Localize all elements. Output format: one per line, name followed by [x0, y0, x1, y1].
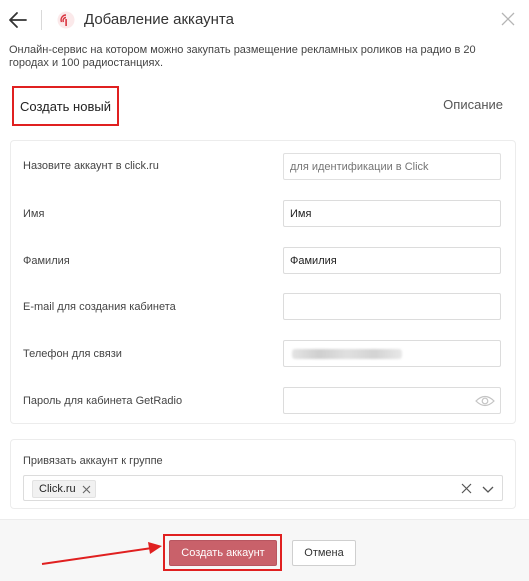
last-name-input[interactable]: Фамилия: [283, 247, 501, 274]
group-select[interactable]: Click.ru: [23, 475, 503, 501]
phone-value-redacted: [292, 349, 402, 359]
service-description: Онлайн-сервис на котором можно закупать …: [9, 44, 476, 69]
first-name-label: Имя: [23, 208, 45, 220]
back-arrow-icon[interactable]: [8, 10, 28, 30]
chip-remove-icon[interactable]: [82, 485, 91, 494]
eye-icon[interactable]: [475, 394, 495, 408]
password-label: Пароль для кабинета GetRadio: [23, 395, 183, 407]
header-divider: [41, 10, 42, 30]
last-name-label: Фамилия: [23, 255, 70, 267]
tab-create-new-label: Создать новый: [20, 98, 111, 114]
dialog-title: Добавление аккаунта: [84, 11, 234, 28]
clear-selection-icon[interactable]: [461, 483, 472, 494]
close-icon[interactable]: [501, 12, 515, 26]
account-form-panel: Назовите аккаунт в click.ru Имя Имя Фами…: [10, 140, 516, 424]
tab-create-new[interactable]: Создать новый: [12, 86, 119, 126]
phone-input[interactable]: [283, 340, 501, 367]
password-input[interactable]: [283, 387, 501, 414]
email-input[interactable]: [283, 293, 501, 320]
getradio-logo-icon: [57, 11, 75, 29]
tab-description[interactable]: Описание: [443, 97, 503, 112]
account-name-label: Назовите аккаунт в click.ru: [23, 160, 159, 172]
cancel-button[interactable]: Отмена: [292, 540, 356, 566]
account-name-input[interactable]: [283, 153, 501, 180]
group-chip-label: Click.ru: [39, 483, 76, 495]
group-label: Привязать аккаунт к группе: [23, 455, 163, 467]
email-label: E-mail для создания кабинета: [23, 301, 176, 313]
first-name-input[interactable]: Имя: [283, 200, 501, 227]
group-chip: Click.ru: [32, 480, 96, 498]
create-account-button[interactable]: Создать аккаунт: [169, 540, 277, 566]
chevron-down-icon[interactable]: [482, 484, 494, 494]
dialog-header: Добавление аккаунта: [0, 0, 529, 40]
annotation-arrow-icon: [41, 542, 162, 565]
phone-label: Телефон для связи: [23, 348, 122, 360]
group-panel: Привязать аккаунт к группе Click.ru: [10, 439, 516, 509]
